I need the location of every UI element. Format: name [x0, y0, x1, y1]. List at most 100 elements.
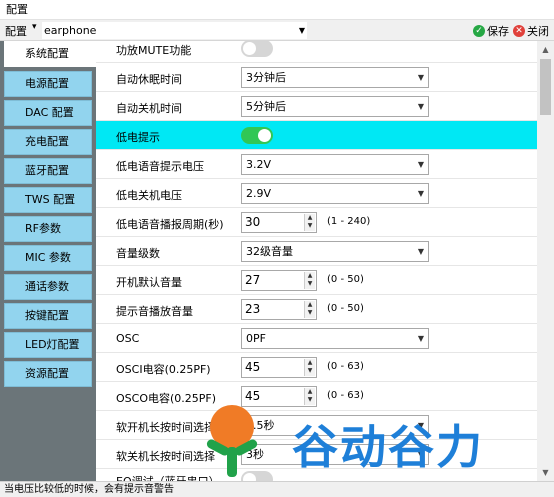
stepper-up-icon[interactable]: ▲	[305, 301, 315, 309]
osc-select[interactable]: 0PF ▼	[241, 328, 429, 349]
sidebar-item-dac[interactable]: DAC 配置	[4, 100, 92, 126]
low-battery-shutdown-voltage-select[interactable]: 2.9V ▼	[241, 183, 429, 204]
setting-label: 软开机长按时间选择	[116, 421, 215, 434]
sidebar-item-system[interactable]: 系统配置	[4, 41, 96, 67]
window-title: 配置	[0, 0, 554, 20]
stepper-down-icon[interactable]: ▼	[305, 222, 315, 230]
setting-label: 自动休眠时间	[116, 73, 182, 86]
toggle-knob	[243, 42, 256, 55]
spin-value: 45	[245, 389, 261, 403]
setting-label: EQ调试（蓝牙串口）	[116, 473, 220, 481]
close-icon: ✕	[513, 24, 525, 37]
setting-row-volume-levels: 音量级数 32级音量 ▼	[96, 237, 537, 266]
amp-mute-toggle[interactable]	[241, 41, 273, 57]
stepper-down-icon[interactable]: ▼	[305, 396, 315, 404]
volume-levels-select[interactable]: 32级音量 ▼	[241, 241, 429, 262]
soft-power-off-hold-select[interactable]: 3秒 ▼	[241, 444, 429, 465]
setting-label: 开机默认音量	[116, 276, 182, 289]
sidebar-item-bluetooth[interactable]: 蓝牙配置	[4, 158, 92, 184]
sidebar-item-power[interactable]: 电源配置	[4, 71, 92, 97]
stepper-buttons: ▲ ▼	[304, 359, 315, 376]
low-battery-voice-voltage-select[interactable]: 3.2V ▼	[241, 154, 429, 175]
sidebar-item-mic[interactable]: MIC 参数	[4, 245, 92, 271]
spin-value: 30	[245, 215, 261, 229]
setting-row-low-battery-voice-voltage: 低电语音提示电压 3.2V ▼	[96, 150, 537, 179]
stepper-buttons: ▲ ▼	[304, 388, 315, 405]
spin-value: 23	[245, 302, 261, 316]
setting-row-low-battery-shutdown-voltage: 低电关机电压 2.9V ▼	[96, 179, 537, 208]
setting-label: 软关机长按时间选择	[116, 450, 215, 463]
setting-row-auto-sleep: 自动休眠时间 3分钟后 ▼	[96, 63, 537, 92]
setting-row-soft-power-on-hold: 软开机长按时间选择 1.5秒 ▼	[96, 411, 537, 440]
scroll-up-icon[interactable]: ▲	[537, 41, 554, 58]
range-hint: (0 - 63)	[327, 390, 364, 401]
stepper-down-icon[interactable]: ▼	[305, 280, 315, 288]
setting-row-eq-debug: EQ调试（蓝牙串口）	[96, 465, 537, 481]
chevron-down-icon: ▼	[417, 247, 424, 256]
chevron-down-icon: ▼	[417, 421, 424, 430]
sidebar-item-charge[interactable]: 充电配置	[4, 129, 92, 155]
chevron-down-icon: ▼	[417, 102, 424, 111]
setting-label: OSC	[116, 332, 140, 345]
low-battery-voice-period-stepper[interactable]: 30 ▲ ▼	[241, 212, 317, 233]
check-icon: ✓	[473, 24, 485, 37]
osci-cap-stepper[interactable]: 45 ▲ ▼	[241, 357, 317, 378]
osco-cap-stepper[interactable]: 45 ▲ ▼	[241, 386, 317, 407]
chevron-down-icon: ▼	[417, 450, 424, 459]
chevron-down-icon: ▼	[298, 26, 305, 35]
vertical-scrollbar[interactable]: ▲ ▼	[537, 41, 554, 481]
setting-label: OSCO电容(0.25PF)	[116, 392, 217, 405]
stepper-up-icon[interactable]: ▲	[305, 388, 315, 396]
auto-poweroff-select[interactable]: 5分钟后 ▼	[241, 96, 429, 117]
toolbar: 配置 ▾ earphone ▼ ✓ 保存 ✕ 关闭	[0, 20, 554, 41]
sidebar-item-rf[interactable]: RF参数	[4, 216, 92, 242]
close-button[interactable]: ✕ 关闭	[513, 22, 549, 39]
combo-value: 3秒	[246, 448, 264, 461]
chevron-down-icon: ▼	[417, 160, 424, 169]
spin-value: 45	[245, 360, 261, 374]
range-hint: (0 - 63)	[327, 361, 364, 372]
setting-label: 低电语音提示电压	[116, 160, 204, 173]
save-button[interactable]: ✓ 保存	[473, 22, 509, 39]
sidebar-item-call[interactable]: 通话参数	[4, 274, 92, 300]
close-button-label: 关闭	[527, 24, 549, 38]
sidebar-item-resources[interactable]: 资源配置	[4, 361, 92, 387]
setting-label: 功放MUTE功能	[116, 44, 192, 57]
scrollbar-thumb[interactable]	[540, 59, 551, 115]
sidebar-item-keys[interactable]: 按键配置	[4, 303, 92, 329]
auto-sleep-select[interactable]: 3分钟后 ▼	[241, 67, 429, 88]
stepper-up-icon[interactable]: ▲	[305, 272, 315, 280]
setting-label: 低电语音播报周期(秒)	[116, 218, 224, 231]
setting-label: 低电关机电压	[116, 189, 182, 202]
range-hint: (0 - 50)	[327, 303, 364, 314]
stepper-down-icon[interactable]: ▼	[305, 367, 315, 375]
prompt-volume-stepper[interactable]: 23 ▲ ▼	[241, 299, 317, 320]
low-battery-alert-toggle[interactable]	[241, 127, 273, 144]
combo-value: 32级音量	[246, 245, 293, 258]
setting-label: OSCI电容(0.25PF)	[116, 363, 211, 376]
setting-row-amp-mute: 功放MUTE功能	[96, 41, 537, 63]
combo-value: 1.5秒	[246, 419, 275, 432]
scroll-down-icon[interactable]: ▼	[537, 464, 554, 481]
setting-row-osci-cap: OSCI电容(0.25PF) 45 ▲ ▼ (0 - 63)	[96, 353, 537, 382]
combo-value: 2.9V	[246, 187, 272, 200]
sidebar-item-tws[interactable]: TWS 配置	[4, 187, 92, 213]
stepper-up-icon[interactable]: ▲	[305, 359, 315, 367]
profile-select[interactable]: earphone ▼	[42, 22, 307, 39]
combo-value: 0PF	[246, 332, 266, 345]
default-volume-stepper[interactable]: 27 ▲ ▼	[241, 270, 317, 291]
profile-menu-dropdown-icon[interactable]: ▾	[32, 22, 37, 32]
chevron-down-icon: ▼	[417, 189, 424, 198]
stepper-buttons: ▲ ▼	[304, 301, 315, 318]
stepper-buttons: ▲ ▼	[304, 272, 315, 289]
stepper-up-icon[interactable]: ▲	[305, 214, 315, 222]
stepper-down-icon[interactable]: ▼	[305, 309, 315, 317]
range-hint: (0 - 50)	[327, 274, 364, 285]
profile-select-value: earphone	[44, 24, 97, 37]
soft-power-on-hold-select[interactable]: 1.5秒 ▼	[241, 415, 429, 436]
setting-row-osc: OSC 0PF ▼	[96, 324, 537, 353]
save-button-label: 保存	[487, 24, 509, 38]
eq-debug-toggle[interactable]	[241, 471, 273, 481]
sidebar-item-led[interactable]: LED灯配置	[4, 332, 92, 358]
setting-row-auto-poweroff: 自动关机时间 5分钟后 ▼	[96, 92, 537, 121]
